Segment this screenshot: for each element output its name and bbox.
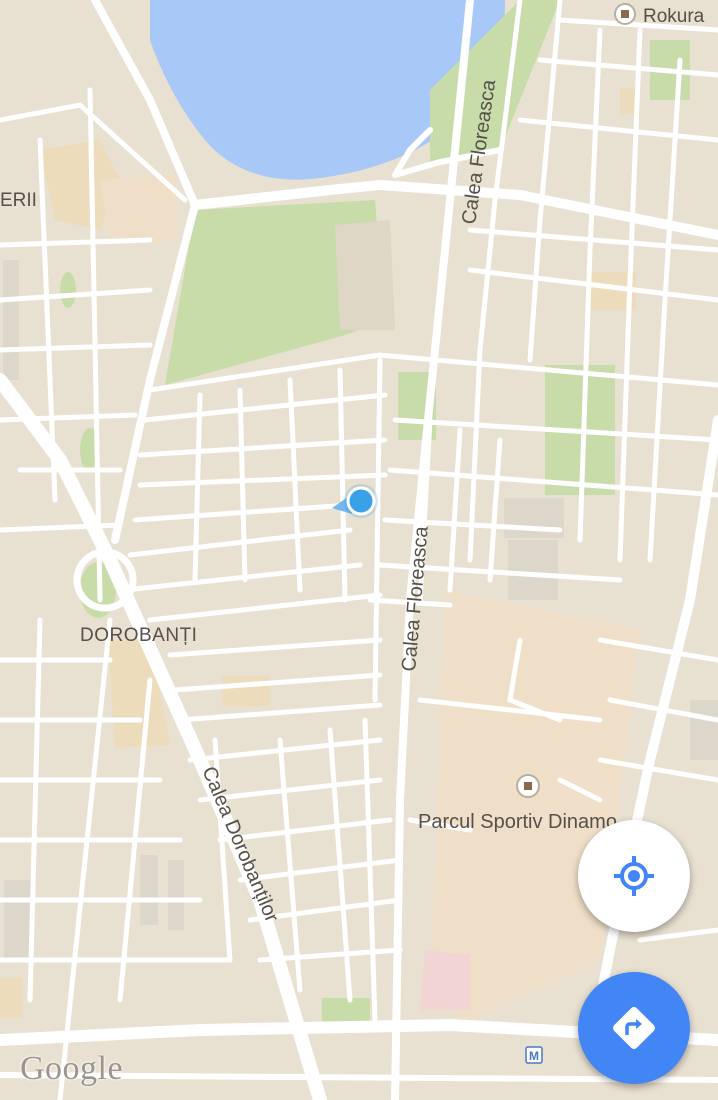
tan-area [222, 676, 270, 706]
my-location-button[interactable] [578, 820, 690, 932]
metro-station-icon[interactable]: M [525, 1046, 543, 1064]
poi-stadium-icon[interactable] [516, 774, 540, 798]
map-label-rokura[interactable]: Rokura [643, 6, 705, 27]
google-logo: Google [20, 1050, 124, 1087]
my-location-icon [614, 856, 654, 896]
park-area [60, 272, 76, 308]
map-canvas[interactable]: M Rokura ERII Calea Floreasca Calea Flor… [0, 0, 718, 1100]
directions-icon [613, 1007, 655, 1049]
map-label-eri: ERII [0, 190, 37, 211]
pink-area [420, 950, 470, 1010]
svg-text:M: M [529, 1049, 539, 1063]
tan-area [335, 220, 395, 330]
poi-rokura-icon[interactable] [614, 3, 636, 25]
map-label-dorobanti: DOROBANȚI [80, 625, 197, 646]
directions-button[interactable] [578, 972, 690, 1084]
tan-area [0, 978, 22, 1018]
park-area [322, 998, 370, 1024]
map-label-parcul-sportiv-dinamo[interactable]: Parcul Sportiv Dinamo [418, 811, 617, 833]
